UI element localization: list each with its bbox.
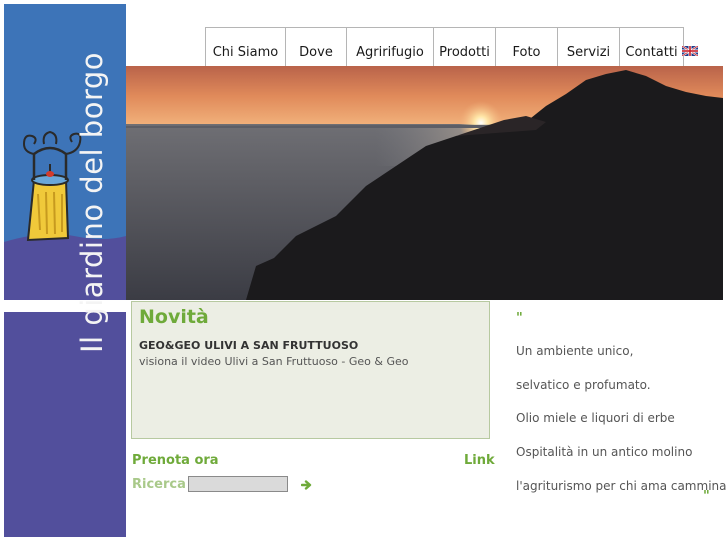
nav-item-contatti[interactable]: Contatti (619, 27, 684, 66)
search-input[interactable] (188, 476, 288, 492)
main-nav: Chi Siamo Dove Agririfugio Prodotti Foto… (205, 27, 684, 67)
nav-item-foto[interactable]: Foto (495, 27, 558, 66)
uk-flag-icon[interactable] (682, 46, 698, 56)
arrow-right-icon[interactable] (301, 480, 313, 490)
nav-item-dove[interactable]: Dove (285, 27, 347, 66)
quote-close-mark: " (703, 489, 710, 504)
tagline-2: selvatico e profumato. (516, 378, 651, 392)
nav-item-chi-siamo[interactable]: Chi Siamo (205, 27, 286, 66)
nav-item-agririfugio[interactable]: Agririfugio (346, 27, 434, 66)
quote-open-mark: " (516, 311, 523, 326)
nav-item-servizi[interactable]: Servizi (557, 27, 620, 66)
site-name: Il giardino del borgo (75, 51, 109, 353)
link-link[interactable]: Link (464, 453, 495, 468)
tagline-4: Ospitalità in un antico molino (516, 445, 693, 459)
tagline-3: Olio miele e liquori di erbe (516, 411, 675, 425)
news-title: Novità (139, 306, 209, 328)
news-box: Novità GEO&GEO ULIVI A SAN FRUTTUOSO vis… (131, 301, 490, 439)
tagline-5: l'agriturismo per chi ama camminare. (516, 479, 727, 493)
news-headline[interactable]: GEO&GEO ULIVI A SAN FRUTTUOSO (139, 339, 358, 352)
news-video-link[interactable]: visiona il video Ulivi a San Fruttuoso -… (139, 355, 408, 368)
prenota-link[interactable]: Prenota ora (132, 453, 219, 468)
tagline-1: Un ambiente unico, (516, 344, 634, 358)
search-label: Ricerca (132, 477, 186, 492)
hero-sunset-image (126, 66, 723, 300)
nav-item-prodotti[interactable]: Prodotti (433, 27, 496, 66)
